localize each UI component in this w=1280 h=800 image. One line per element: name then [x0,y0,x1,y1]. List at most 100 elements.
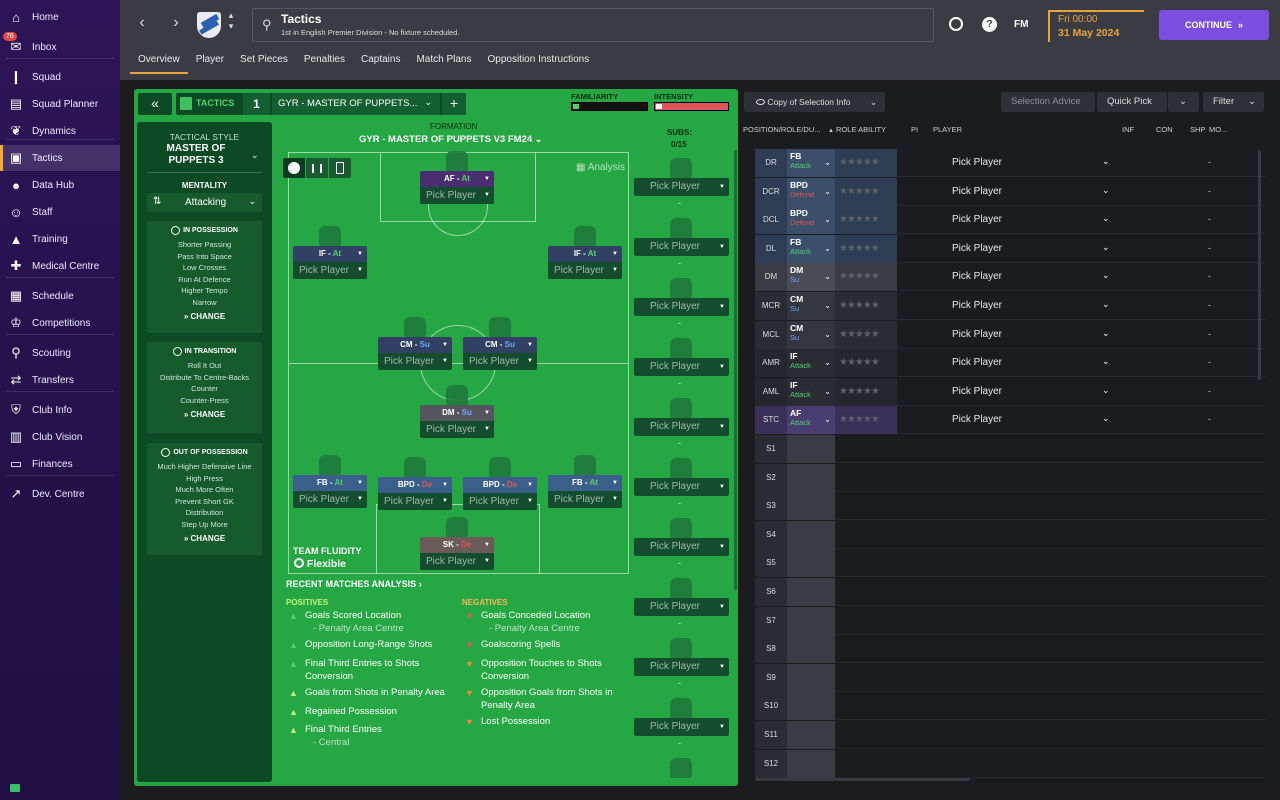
pick-player-label[interactable]: Pick Player [952,271,1002,282]
chevron-down-icon[interactable]: ⌄ [1102,328,1110,339]
chevron-down-icon[interactable]: ⌄ [1102,270,1110,281]
table-row[interactable]: MCL CM Su ⌄ ★★★★★ Pick Player ⌄ - [755,320,1265,349]
col-header-shp[interactable]: SHP [1190,125,1205,134]
role-cell[interactable]: FB Attack ⌄ [787,234,835,263]
sub-pick-player-dropdown[interactable]: Pick Player ▼ [634,238,729,256]
col-header-position[interactable]: POSITION/ROLE/DU... [743,125,821,134]
club-switch-chevron-icon[interactable]: ▴ ▾ [226,10,236,32]
pitch-position-card[interactable]: SK - De ▼ Pick Player ▼ [420,537,494,570]
sidebar-item-club-vision[interactable]: ▥ Club Vision [0,424,120,450]
sub-pick-player-dropdown[interactable]: Pick Player ▼ [634,358,729,376]
pick-player-label[interactable]: Pick Player [952,386,1002,397]
chevron-down-icon[interactable]: ⌄ [1102,242,1110,253]
pick-player-dropdown[interactable]: Pick Player ▼ [463,353,537,370]
pitch-position-card[interactable]: BPD - De ▼ Pick Player ▼ [463,477,537,510]
sub-pick-player-dropdown[interactable]: Pick Player ▼ [634,418,729,436]
col-header-inf[interactable]: INF [1122,125,1134,134]
pick-player-dropdown[interactable]: Pick Player ▼ [420,553,494,570]
table-row[interactable]: DL FB Attack ⌄ ★★★★★ Pick Player ⌄ - [755,234,1265,263]
pitch-position-card[interactable]: CM - Su ▼ Pick Player ▼ [378,337,452,370]
role-duty-selector[interactable]: BPD - De ▼ [378,477,452,493]
sub-pick-player-dropdown[interactable]: Pick Player ▼ [634,718,729,736]
intensity-bar[interactable] [654,102,729,111]
table-row[interactable]: DCL BPD Defend ⌄ ★★★★★ Pick Player ⌄ - [755,206,1265,235]
chevron-down-icon[interactable]: ⌄ [1102,299,1110,310]
recent-matches-link[interactable]: RECENT MATCHES ANALYSIS › [286,579,422,589]
table-row[interactable]: S7 [755,606,1265,635]
pitch-position-card[interactable]: CM - Su ▼ Pick Player ▼ [463,337,537,370]
sidebar-item-inbox[interactable]: ✉ Inbox 76 [0,32,120,60]
role-duty-selector[interactable]: AF - At ▼ [420,171,494,187]
pick-player-label[interactable]: Pick Player [952,329,1002,340]
positive-item[interactable]: Goals from Shots in Penalty Area [305,686,455,699]
pick-player-dropdown[interactable]: Pick Player ▼ [420,421,494,438]
sub-pick-player-dropdown[interactable]: Pick Player ▼ [634,298,729,316]
pick-player-dropdown[interactable]: Pick Player ▼ [548,262,622,279]
world-icon[interactable] [949,17,963,31]
role-cell[interactable]: FB Attack ⌄ [787,149,835,177]
table-row[interactable]: S5 [755,549,1265,578]
selection-advice-button[interactable]: Selection Advice [1001,92,1095,112]
table-row[interactable]: S6 [755,578,1265,606]
style-chevron-down-icon[interactable]: ⌄ [251,150,259,161]
positive-item[interactable]: Goals Scored Location - Penalty Area Cent… [305,609,455,635]
sidebar-item-dev-centre[interactable]: ↗ Dev. Centre [0,481,120,507]
pick-player-label[interactable]: Pick Player [952,214,1002,225]
formation-name-dropdown[interactable]: GYR - MASTER OF PUPPETS V3 FM24 ⌄ [359,134,559,145]
table-row[interactable]: S11 [755,721,1265,749]
sidebar-item-tactics[interactable]: ▣ Tactics [0,145,120,171]
add-tactic-button[interactable]: + [442,93,466,115]
sub-pick-player-dropdown[interactable]: Pick Player ▼ [634,178,729,196]
role-cell[interactable]: DM Su ⌄ [787,263,835,292]
search-icon[interactable]: ⚲ [262,17,272,33]
pick-player-label[interactable]: Pick Player [952,186,1002,197]
sidebar-item-finances[interactable]: ▭ Finances [0,451,120,477]
pitch-scrollbar[interactable] [734,150,737,590]
pick-player-label[interactable]: Pick Player [952,414,1002,425]
chevron-down-icon[interactable]: ⌄ [1102,356,1110,367]
role-cell[interactable]: CM Su ⌄ [787,292,835,320]
role-duty-selector[interactable]: CM - Su ▼ [378,337,452,353]
sub-pick-player-dropdown[interactable]: Pick Player ▼ [634,538,729,556]
horizontal-scrollbar[interactable] [755,778,970,781]
sidebar-item-data-hub[interactable]: ● Data Hub [0,172,120,198]
role-cell[interactable]: IF Attack ⌄ [787,377,835,406]
tactic-slot-number[interactable]: 1 [243,93,270,115]
table-row[interactable]: S3 [755,492,1265,521]
collapse-button[interactable]: « [138,93,172,115]
role-cell[interactable]: CM Su ⌄ [787,320,835,349]
vertical-scrollbar[interactable] [1258,150,1261,380]
table-row[interactable]: S8 [755,635,1265,664]
sub-pick-player-dropdown[interactable]: Pick Player ▼ [634,478,729,496]
pitch-view-icon[interactable] [329,158,351,178]
team-fluidity[interactable]: Flexible [294,558,346,570]
chevron-down-icon[interactable]: ⌄ [1102,185,1110,196]
pitch-position-card[interactable]: AF - At ▼ Pick Player ▼ [420,171,494,204]
tab-captains[interactable]: Captains [353,52,408,74]
col-header-con[interactable]: CON [1156,125,1173,134]
pitch-position-card[interactable]: FB - At ▼ Pick Player ▼ [293,475,367,508]
stats-icon[interactable] [306,158,328,178]
pick-player-dropdown[interactable]: Pick Player ▼ [293,491,367,508]
help-icon[interactable]: ? [982,17,997,32]
tactical-style-name[interactable]: MASTER OF PUPPETS 3 [165,143,227,167]
col-header-player[interactable]: PLAYER [933,125,962,134]
tab-set-pieces[interactable]: Set Pieces [232,52,296,74]
sidebar-item-transfers[interactable]: ⇄ Transfers [0,367,120,393]
sidebar-item-training[interactable]: ▲ Training [0,226,120,252]
forward-arrow-icon[interactable]: › [170,14,182,32]
role-duty-selector[interactable]: DM - Su ▼ [420,405,494,421]
table-row[interactable]: MCR CM Su ⌄ ★★★★★ Pick Player ⌄ - [755,292,1265,320]
tab-match-plans[interactable]: Match Plans [408,52,479,74]
tab-penalties[interactable]: Penalties [296,52,353,74]
role-cell[interactable]: IF Attack ⌄ [787,349,835,378]
sidebar-item-home[interactable]: ⌂ Home [0,4,120,30]
in-possession-change-button[interactable]: » CHANGE [147,308,262,326]
table-row[interactable]: STC AF Attack ⌄ ★★★★★ Pick Player ⌄ - [755,406,1265,435]
pick-player-dropdown[interactable]: Pick Player ▼ [378,493,452,510]
role-duty-selector[interactable]: CM - Su ▼ [463,337,537,353]
table-row[interactable]: S1 [755,435,1265,463]
analysis-toggle[interactable]: ▦ Analysis [576,162,625,173]
tab-overview[interactable]: Overview [130,52,188,74]
negative-item[interactable]: Lost Possession [481,715,626,728]
